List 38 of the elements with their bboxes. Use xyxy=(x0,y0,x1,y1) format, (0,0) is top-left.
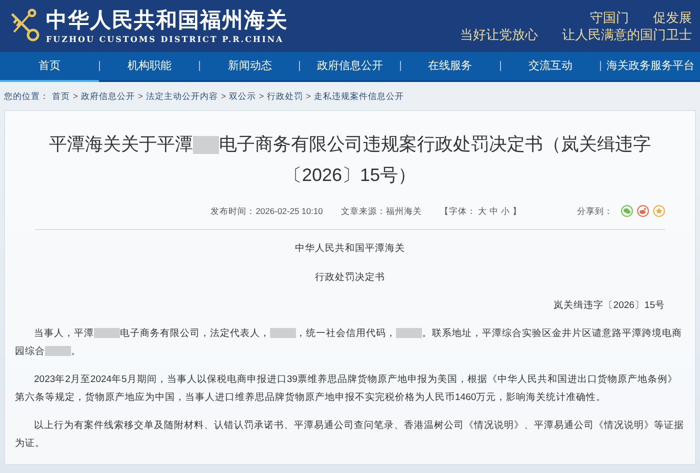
breadcrumb-separator: > xyxy=(258,90,264,102)
breadcrumb-link[interactable]: 走私违规案件信息公开 xyxy=(314,90,404,102)
breadcrumb-separator: > xyxy=(306,90,311,102)
slogan-text: 当好让党放心 xyxy=(460,26,538,43)
breadcrumb-link[interactable]: 政府信息公开 xyxy=(80,90,135,102)
nav-tab[interactable]: 政府信息公开 xyxy=(300,52,400,80)
site-title: 中华人民共和国福州海关 xyxy=(46,7,288,33)
slogan-text: 让人民满意的国门卫士 xyxy=(562,26,692,43)
site-subtitle: FUZHOU CUSTOMS DISTRICT P.R.CHINA xyxy=(46,33,285,45)
body-paragraph: 以上行为有案件线索移交单及随附材料、认错认罚承诺书、平潭易通公司查问笔录、香港温树公司《情况说明》、平潭易通公司《情况说明》等证据为证。 xyxy=(15,418,685,451)
font-size-options[interactable]: 【字体： 大 中 小 】 xyxy=(440,204,522,218)
breadcrumb-separator: > xyxy=(220,90,226,102)
wechat-share-icon[interactable] xyxy=(621,205,633,217)
location-label: 您的位置： xyxy=(4,90,49,102)
document-number: 岚关缉违字〔2026〕15号 xyxy=(552,298,665,312)
breadcrumb-link[interactable]: 行政处罚 xyxy=(266,90,303,102)
slogan-text: 促发展 xyxy=(653,9,692,26)
nav-tab[interactable]: 在线服务 xyxy=(400,52,500,80)
nav-tab[interactable]: 机构职能 xyxy=(100,52,200,80)
document-heading: 行政处罚决定书 xyxy=(315,271,385,286)
nav-tab[interactable]: 海关政务服务平台 xyxy=(600,52,700,80)
breadcrumb-link[interactable]: 双公示 xyxy=(228,90,256,102)
breadcrumb-separator: > xyxy=(138,90,143,102)
document-heading: 中华人民共和国平潭海关 xyxy=(295,242,405,256)
body-paragraph: 当事人，平潭 电子商务有限公司，法定代表人， ，统一社会信用代码， 。联系地址，平潭综合实验区金井片区谴意路平潭跨境电商园综合 。 xyxy=(15,326,683,359)
body-paragraph: 2023年2月至2024年5月期间，当事人以保税电商申报进口39票维养思品牌货物原产地申报为美国，根据《中华人民共和国进出口货物原产地条例》第六条等规定，货物原产地应为中国，当事人进口维养思品牌货物原产地申报不实完税价格为人民币1460万元，影响海关统计准确性。 xyxy=(15,372,678,405)
nav-tab[interactable]: 交流互动 xyxy=(500,52,600,80)
article-title: 平潭海关关于平潭 电子商务有限公司违规案行政处罚决定书（岚关缉违字〔2026〕15号） xyxy=(48,133,652,187)
article-source: 文章来源：福州海关 xyxy=(340,204,422,218)
slogan-text: 守国门 xyxy=(590,9,629,26)
breadcrumb-link[interactable]: 首页 xyxy=(52,90,70,102)
weibo-share-icon[interactable] xyxy=(637,205,649,217)
breadcrumb-link[interactable]: 法定主动公开内容 xyxy=(146,90,218,102)
publish-time: 发布时间：2026-02-25 10:10 xyxy=(210,204,323,218)
breadcrumb-separator: > xyxy=(73,90,78,102)
nav-tab[interactable]: 新闻动态 xyxy=(200,52,300,80)
star-share-icon[interactable] xyxy=(653,205,665,217)
share-label: 分享到： xyxy=(577,204,613,218)
